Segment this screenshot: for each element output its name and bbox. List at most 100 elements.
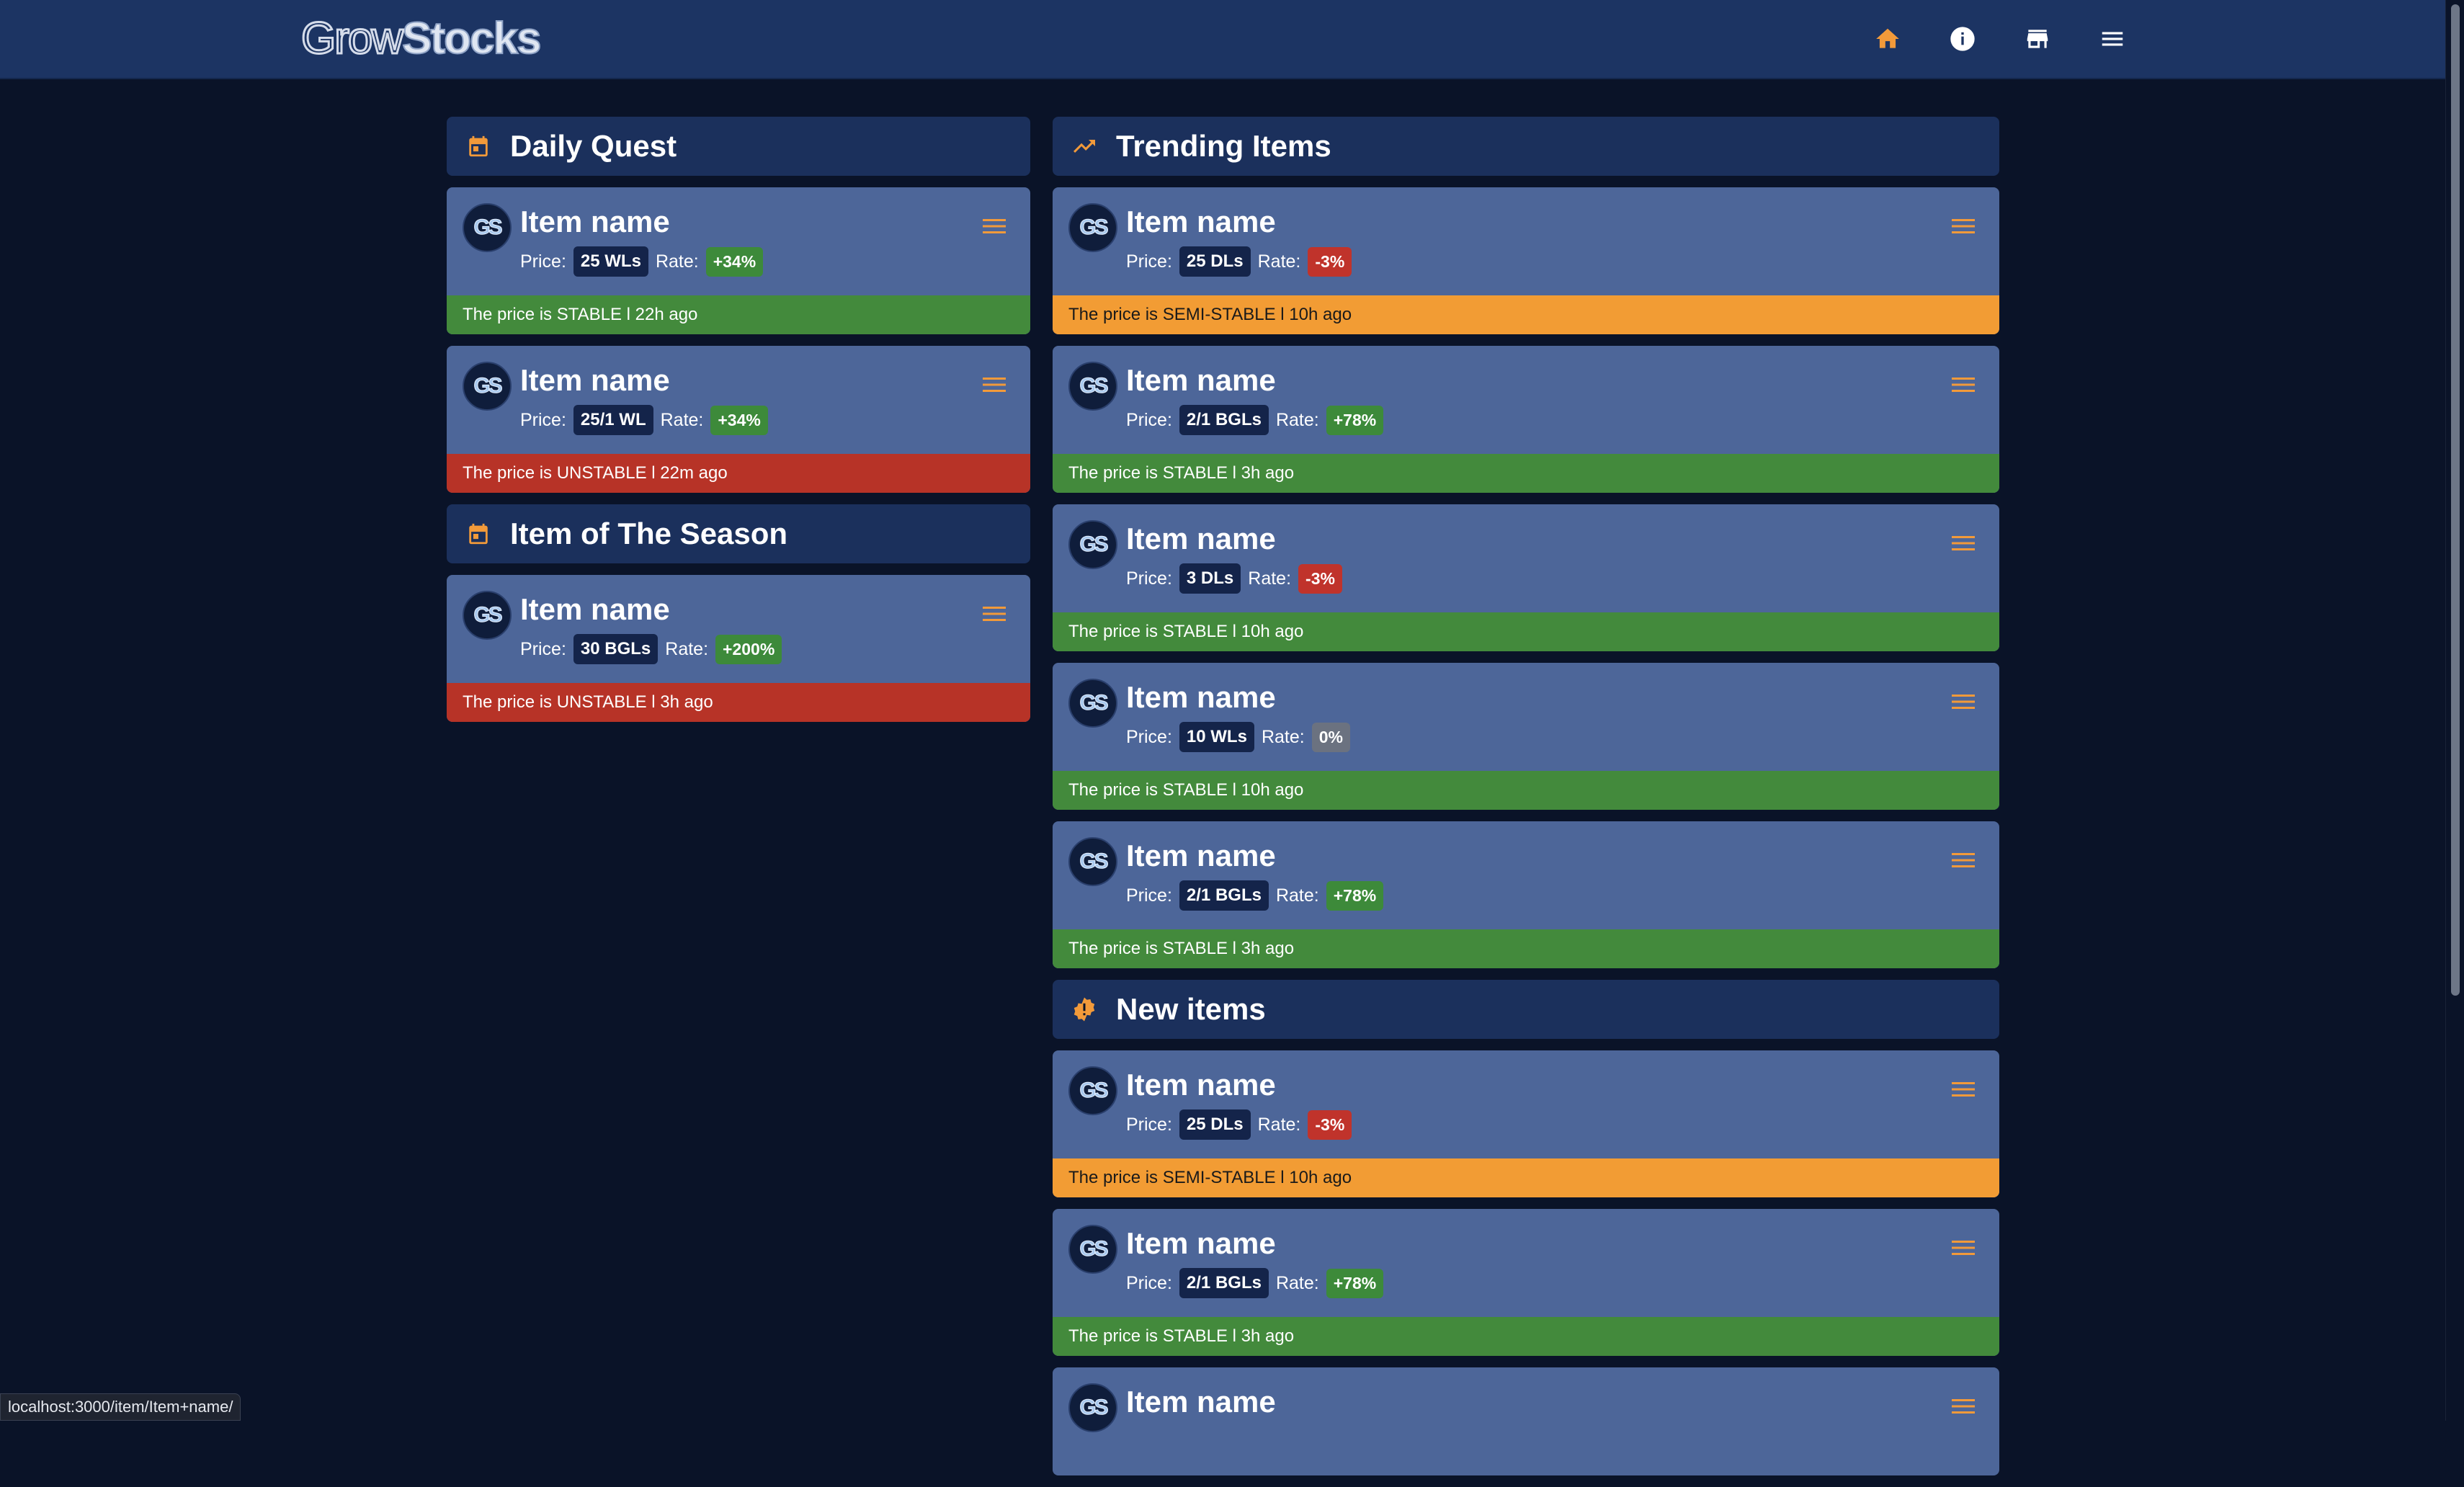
price-row: Price: 2/1 BGLs Rate: +78% [1126, 1268, 1384, 1298]
price-label: Price: [520, 409, 566, 430]
logo[interactable]: GrowStocks [300, 13, 542, 65]
price-badge: 10 WLs [1179, 722, 1254, 752]
item-name[interactable]: Item name [1126, 839, 1276, 873]
item-card[interactable]: GS Item name Price: 30 BGLs Rate: +200% … [447, 575, 1030, 722]
price-badge: 3 DLs [1179, 563, 1241, 594]
section-title: Trending Items [1116, 129, 1331, 163]
item-card[interactable]: GS Item name Price: 25 WLs Rate: +34% Th… [447, 187, 1030, 334]
season-header: Item of The Season [447, 504, 1030, 563]
price-status-bar: The price is STABLE l 10h ago [1053, 771, 1999, 810]
item-name[interactable]: Item name [1126, 1385, 1276, 1419]
hamburger-menu-icon[interactable] [1949, 373, 1978, 396]
hamburger-menu-icon[interactable] [1949, 849, 1978, 872]
item-avatar: GS [1068, 362, 1117, 411]
item-card[interactable]: GS Item name Price: 2/1 BGLs Rate: +78% … [1053, 346, 1999, 493]
item-card[interactable]: GS Item name Price: 2/1 BGLs Rate: +78% … [1053, 1209, 1999, 1356]
home-icon[interactable] [1872, 23, 1903, 55]
price-label: Price: [1126, 885, 1172, 906]
new-items-list: GS Item name Price: 25 DLs Rate: -3% The… [1053, 1050, 1999, 1475]
item-card-body: GS Item name [1053, 1367, 1999, 1475]
item-card[interactable]: GS Item name Price: 25 DLs Rate: -3% The… [1053, 1050, 1999, 1197]
price-badge: 2/1 BGLs [1179, 1268, 1269, 1298]
rate-label: Rate: [1275, 885, 1319, 906]
new-items-header: New items [1053, 980, 1999, 1039]
rate-label: Rate: [1275, 1272, 1319, 1293]
left-column: Daily Quest GS Item name Price: 25 WLs R… [447, 117, 1030, 733]
price-status-bar: The price is UNSTABLE l 22m ago [447, 454, 1030, 493]
item-name[interactable]: Item name [520, 205, 670, 239]
item-card-body: GS Item name Price: 2/1 BGLs Rate: +78% [1053, 346, 1999, 454]
item-avatar: GS [1068, 1066, 1117, 1115]
item-name[interactable]: Item name [1126, 680, 1276, 715]
item-card-body: GS Item name Price: 25 WLs Rate: +34% [447, 187, 1030, 295]
price-status-bar: The price is STABLE l 3h ago [1053, 454, 1999, 493]
price-label: Price: [1126, 409, 1172, 430]
price-row: Price: 10 WLs Rate: 0% [1126, 722, 1350, 752]
season-list: GS Item name Price: 30 BGLs Rate: +200% … [447, 575, 1030, 722]
item-card-body: GS Item name Price: 25/1 WL Rate: +34% [447, 346, 1030, 454]
item-card[interactable]: GS Item name Price: 25/1 WL Rate: +34% T… [447, 346, 1030, 493]
item-avatar: GS [1068, 203, 1117, 252]
rate-badge: 0% [1311, 722, 1350, 752]
item-name[interactable]: Item name [1126, 1068, 1276, 1102]
hamburger-menu-icon[interactable] [1949, 532, 1978, 555]
calendar-icon [464, 132, 493, 161]
item-card[interactable]: GS Item name [1053, 1367, 1999, 1475]
rate-label: Rate: [660, 409, 704, 430]
info-icon[interactable] [1947, 23, 1978, 55]
price-row: Price: 25 DLs Rate: -3% [1126, 1109, 1352, 1140]
item-card[interactable]: GS Item name Price: 10 WLs Rate: 0% The … [1053, 663, 1999, 810]
item-name[interactable]: Item name [520, 363, 670, 398]
trending-up-icon [1070, 132, 1099, 161]
rate-label: Rate: [655, 251, 699, 272]
store-icon[interactable] [2022, 23, 2053, 55]
price-status-bar: The price is UNSTABLE l 3h ago [447, 683, 1030, 722]
hamburger-menu-icon[interactable] [980, 602, 1009, 625]
price-badge: 2/1 BGLs [1179, 880, 1269, 911]
hamburger-menu-icon[interactable] [1949, 690, 1978, 713]
rate-label: Rate: [1248, 568, 1292, 589]
hamburger-menu-icon[interactable] [1949, 1395, 1978, 1418]
item-avatar: GS [463, 203, 512, 252]
hamburger-menu-icon[interactable] [980, 215, 1009, 238]
rate-badge: -3% [1308, 246, 1352, 277]
link-status-url: localhost:3000/item/Item+name/ [0, 1393, 241, 1421]
scrollbar-thumb[interactable] [2451, 4, 2460, 996]
item-card[interactable]: GS Item name Price: 2/1 BGLs Rate: +78% … [1053, 821, 1999, 968]
item-avatar: GS [463, 362, 512, 411]
trending-header: Trending Items [1053, 117, 1999, 176]
rate-badge: -3% [1298, 563, 1342, 594]
item-card[interactable]: GS Item name Price: 25 DLs Rate: -3% The… [1053, 187, 1999, 334]
item-card[interactable]: GS Item name Price: 3 DLs Rate: -3% The … [1053, 504, 1999, 651]
hamburger-menu-icon[interactable] [1949, 1078, 1978, 1101]
item-card-body: GS Item name Price: 30 BGLs Rate: +200% [447, 575, 1030, 683]
price-label: Price: [1126, 726, 1172, 747]
item-avatar: GS [1068, 837, 1117, 886]
item-name[interactable]: Item name [1126, 522, 1276, 556]
price-row: Price: 25 DLs Rate: -3% [1126, 246, 1352, 277]
price-row: Price: 30 BGLs Rate: +200% [520, 634, 782, 664]
hamburger-menu-icon[interactable] [1949, 1236, 1978, 1259]
item-avatar: GS [1068, 679, 1117, 728]
item-card-body: GS Item name Price: 25 DLs Rate: -3% [1053, 1050, 1999, 1158]
hamburger-menu-icon[interactable] [980, 373, 1009, 396]
hamburger-menu-icon[interactable] [1949, 215, 1978, 238]
price-badge: 25 DLs [1179, 1109, 1251, 1140]
rate-badge: +34% [705, 246, 764, 277]
item-card-body: GS Item name Price: 10 WLs Rate: 0% [1053, 663, 1999, 771]
item-name[interactable]: Item name [1126, 1226, 1276, 1261]
menu-icon[interactable] [2097, 23, 2128, 55]
item-name[interactable]: Item name [1126, 363, 1276, 398]
daily-quest-header: Daily Quest [447, 117, 1030, 176]
item-card-body: GS Item name Price: 3 DLs Rate: -3% [1053, 504, 1999, 612]
item-name[interactable]: Item name [520, 592, 670, 627]
item-name[interactable]: Item name [1126, 205, 1276, 239]
price-row: Price: 25/1 WL Rate: +34% [520, 405, 768, 435]
item-avatar: GS [463, 591, 512, 640]
price-row: Price: 2/1 BGLs Rate: +78% [1126, 405, 1384, 435]
page-scrollbar[interactable] [2445, 0, 2464, 1421]
price-badge: 2/1 BGLs [1179, 405, 1269, 435]
calendar-icon [464, 519, 493, 548]
trending-list: GS Item name Price: 25 DLs Rate: -3% The… [1053, 187, 1999, 968]
price-row: Price: 25 WLs Rate: +34% [520, 246, 764, 277]
